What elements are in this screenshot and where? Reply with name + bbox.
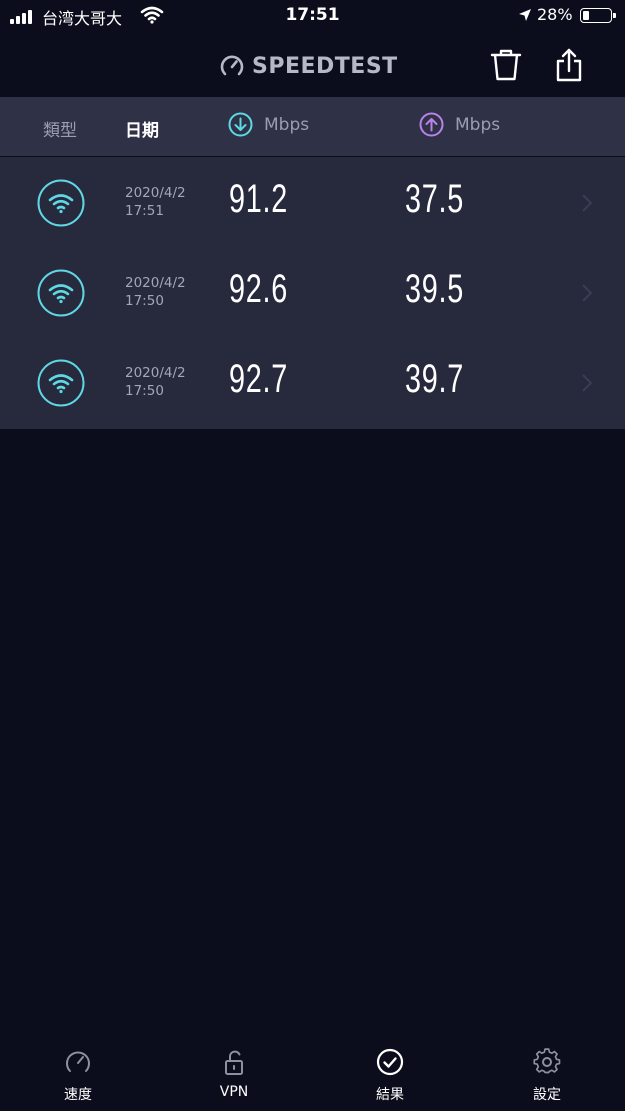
lock-icon — [225, 1050, 243, 1075]
tab-bar: 速度 VPN 結果 設定 — [0, 1040, 625, 1111]
sort-by-date[interactable]: 日期 — [125, 116, 159, 141]
speedometer-icon — [220, 55, 244, 76]
check-circle-icon — [376, 1048, 404, 1076]
chevron-right-icon — [582, 194, 593, 212]
tab-settings[interactable]: 設定 — [507, 1048, 587, 1104]
speedtest-logo: SPEEDTEST — [219, 52, 398, 80]
tab-label: 速度 — [64, 1087, 92, 1103]
share-button[interactable] — [552, 46, 586, 84]
column-header: 類型 日期 Mbps Mbps — [0, 97, 625, 156]
upload-value: 39.5 — [405, 267, 464, 311]
tab-speed[interactable]: 速度 — [38, 1048, 118, 1104]
gauge-icon — [66, 1051, 90, 1072]
result-time: 17:50 — [125, 383, 164, 399]
status-bar: 台湾大哥大 17:51 28% — [0, 0, 625, 34]
trash-icon — [490, 49, 522, 81]
chevron-right-icon — [582, 284, 593, 302]
share-icon — [556, 48, 582, 82]
delete-button[interactable] — [489, 46, 523, 84]
upload-value: 37.5 — [405, 177, 464, 221]
upload-value: 39.7 — [405, 357, 464, 401]
battery-percent: 28% — [537, 5, 573, 24]
result-date: 2020/4/2 — [125, 365, 186, 381]
result-date: 2020/4/2 — [125, 185, 186, 201]
sort-by-upload[interactable]: Mbps — [419, 112, 500, 137]
app-title: SPEEDTEST — [252, 53, 398, 79]
result-datetime: 2020/4/2 17:50 — [125, 364, 186, 400]
battery-icon — [580, 8, 616, 23]
sort-by-type[interactable]: 類型 — [43, 116, 77, 141]
download-value: 91.2 — [229, 177, 288, 221]
upload-arrow-icon — [419, 112, 444, 137]
wifi-connection-icon — [37, 179, 85, 227]
download-unit-label: Mbps — [264, 114, 310, 135]
result-time: 17:50 — [125, 293, 164, 309]
tab-label: 結果 — [376, 1087, 404, 1103]
result-datetime: 2020/4/2 17:51 — [125, 184, 186, 220]
gear-icon — [533, 1048, 561, 1074]
wifi-connection-icon — [37, 269, 85, 317]
tab-vpn[interactable]: VPN — [194, 1048, 274, 1100]
result-row[interactable]: 2020/4/2 17:51 91.2 37.5 — [0, 157, 625, 247]
result-datetime: 2020/4/2 17:50 — [125, 274, 186, 310]
download-value: 92.7 — [229, 357, 288, 401]
results-list: 2020/4/2 17:51 91.2 37.5 2020/4/2 17:50 … — [0, 157, 625, 429]
title-bar: SPEEDTEST — [0, 34, 625, 96]
wifi-connection-icon — [37, 359, 85, 407]
sort-by-download[interactable]: Mbps — [228, 112, 309, 137]
result-row[interactable]: 2020/4/2 17:50 92.6 39.5 — [0, 247, 625, 337]
download-value: 92.6 — [229, 267, 288, 311]
result-row[interactable]: 2020/4/2 17:50 92.7 39.7 — [0, 337, 625, 427]
result-time: 17:51 — [125, 203, 164, 219]
chevron-right-icon — [582, 374, 593, 392]
upload-unit-label: Mbps — [455, 114, 501, 135]
tab-label: 設定 — [533, 1087, 561, 1103]
download-arrow-icon — [228, 112, 253, 137]
result-date: 2020/4/2 — [125, 275, 186, 291]
tab-results[interactable]: 結果 — [350, 1048, 430, 1104]
location-arrow-icon — [519, 9, 531, 21]
tab-label: VPN — [219, 1084, 249, 1100]
